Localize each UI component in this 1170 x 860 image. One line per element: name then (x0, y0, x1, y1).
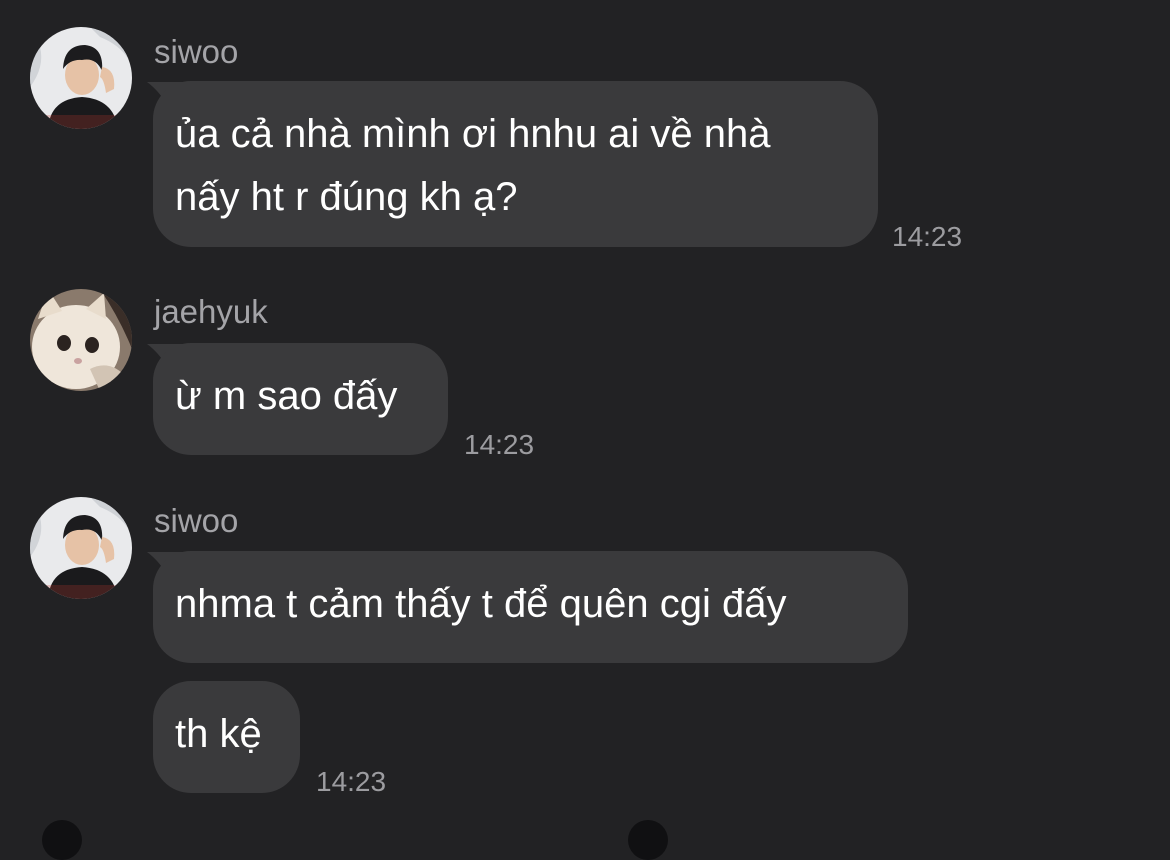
sender-name: jaehyuk (154, 293, 268, 330)
message-timestamp: 14:23 (316, 766, 387, 797)
message-text-line: ủa cả nhà mình ơi hnhu ai về nhà (175, 112, 771, 156)
avatar-siwoo[interactable] (30, 497, 132, 599)
sender-name: siwoo (154, 502, 239, 539)
message-bubble[interactable]: nhma t cảm thấy t để quên cgi đấy (153, 551, 908, 663)
avatar-jaehyuk[interactable] (30, 289, 132, 391)
message-text-line: ừ m sao đấy (175, 374, 398, 418)
avatar-next (42, 820, 82, 860)
sender-name: siwoo (154, 33, 239, 70)
message-text-line: th kệ (175, 712, 262, 756)
message-bubble[interactable]: th kệ (153, 681, 300, 793)
cat-photo-icon (30, 289, 132, 391)
avatar-next (628, 820, 668, 860)
message-bubble[interactable]: ủa cả nhà mình ơi hnhu ai về nhà nấy ht … (153, 81, 878, 247)
message-text-line: nấy ht r đúng kh ạ? (175, 174, 518, 219)
user-photo-icon (30, 497, 132, 599)
avatar-siwoo[interactable] (30, 27, 132, 129)
message-bubble[interactable]: ừ m sao đấy (153, 343, 448, 455)
message-timestamp: 14:23 (464, 429, 535, 460)
message-timestamp: 14:23 (892, 221, 963, 252)
message-text-line: nhma t cảm thấy t để quên cgi đấy (175, 582, 787, 626)
user-photo-icon (30, 27, 132, 129)
